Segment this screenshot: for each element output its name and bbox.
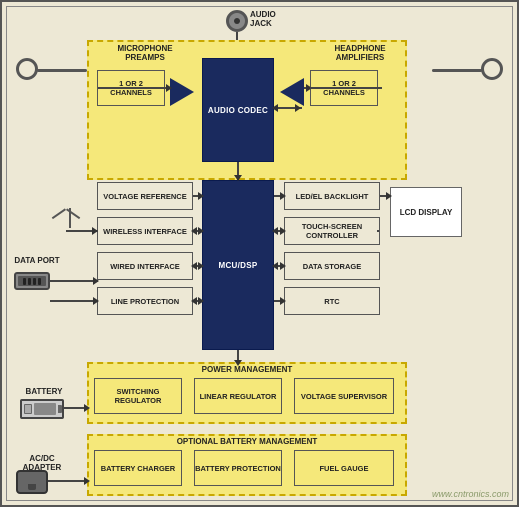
mcu-dsp: MCU/DSP <box>202 180 274 350</box>
headphone-amp-label: HEADPHONE AMPLIFIERS <box>320 44 400 62</box>
optional-battery-management-label: OPTIONAL BATTERY MANAGEMENT <box>157 437 337 446</box>
voltage-supervisor: VOLTAGE SUPERVISOR <box>294 378 394 414</box>
battery-label: BATTERY <box>14 387 74 396</box>
data-port-label: DATA PORT <box>12 256 62 265</box>
diagram-container: AUDIOJACK MICROPHONE PREAMPS HEADPHONE A… <box>0 0 519 507</box>
led-el-backlight: LED/EL BACKLIGHT <box>284 182 380 210</box>
battery-protection: BATTERY PROTECTION <box>194 450 282 486</box>
battery-charger: BATTERY CHARGER <box>94 450 182 486</box>
data-port-connector <box>14 272 50 290</box>
headphone-icon <box>481 58 503 80</box>
line-protection: LINE PROTECTION <box>97 287 193 315</box>
ac-dc-adapter-visual <box>16 470 48 494</box>
audio-codec: AUDIO CODEC <box>202 58 274 162</box>
voltage-reference: VOLTAGE REFERENCE <box>97 182 193 210</box>
wireless-interface: WIRELESS INTERFACE <box>97 217 193 245</box>
audio-jack-label: AUDIOJACK <box>250 10 276 28</box>
wired-interface: WIRED INTERFACE <box>97 252 193 280</box>
fuel-gauge: FUEL GAUGE <box>294 450 394 486</box>
watermark: www.cntronics.com <box>432 489 509 499</box>
rtc: RTC <box>284 287 380 315</box>
mic-icon <box>16 58 38 80</box>
switching-regulator: SWITCHING REGULATOR <box>94 378 182 414</box>
lcd-display: LCD DISPLAY <box>390 187 462 237</box>
linear-regulator: LINEAR REGULATOR <box>194 378 282 414</box>
battery-visual <box>20 399 64 419</box>
touch-screen-controller: TOUCH-SCREEN CONTROLLER <box>284 217 380 245</box>
mic-preamps-label: MICROPHONE PREAMPS <box>100 44 190 62</box>
data-storage: DATA STORAGE <box>284 252 380 280</box>
power-management-label: POWER MANAGEMENT <box>177 365 317 374</box>
antenna-icon <box>57 208 82 210</box>
audio-jack-icon <box>226 10 248 32</box>
